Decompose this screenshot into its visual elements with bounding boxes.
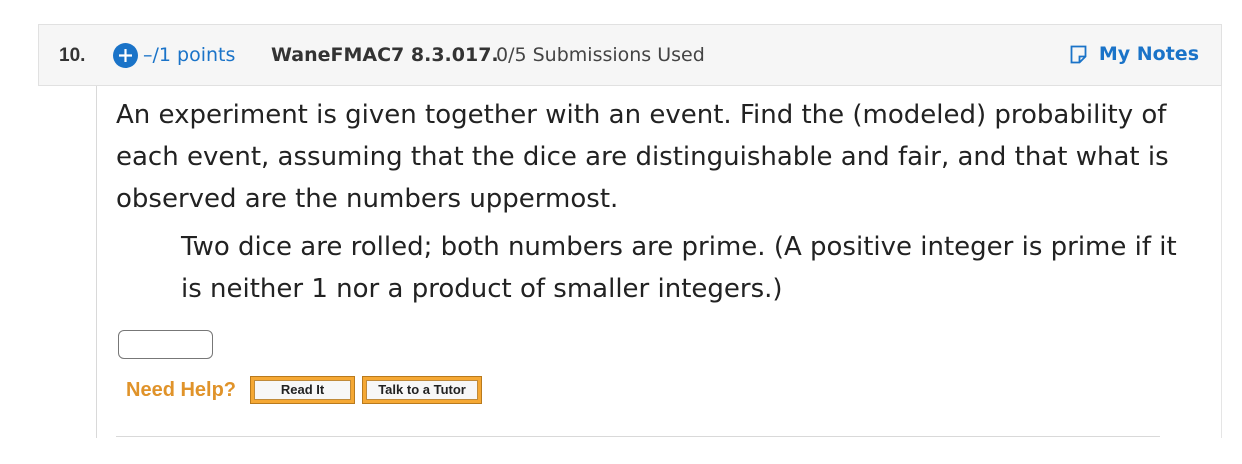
talk-to-tutor-button[interactable]: Talk to a Tutor [362,376,483,404]
my-notes-link[interactable]: My Notes [1070,43,1199,65]
plus-icon[interactable] [113,43,138,68]
my-notes-label: My Notes [1098,43,1199,65]
answer-input[interactable] [118,330,213,359]
question-prompt: An experiment is given together with an … [116,100,1169,214]
submissions-count: 0/5 Submissions Used [496,44,705,66]
question-block: 10. –/1 points WaneFMAC7 8.3.017. 0/5 Su… [38,24,1222,438]
read-it-label: Read It [254,380,352,400]
question-event: Two dice are rolled; both numbers are pr… [181,232,1177,304]
right-border [1221,86,1222,438]
question-body: An experiment is given together with an … [96,86,1222,438]
question-header: 10. –/1 points WaneFMAC7 8.3.017. 0/5 Su… [38,24,1222,86]
points-label: –/1 points [143,44,236,66]
read-it-button[interactable]: Read It [250,376,356,404]
help-row: Need Help? Read It Talk to a Tutor [126,376,489,404]
assignment-id: WaneFMAC7 8.3.017. [271,44,499,66]
talk-to-tutor-label: Talk to a Tutor [366,380,479,400]
need-help-label: Need Help? [126,378,237,401]
bottom-divider [116,436,1160,437]
notes-icon [1070,45,1087,63]
question-number: 10. [59,45,86,66]
